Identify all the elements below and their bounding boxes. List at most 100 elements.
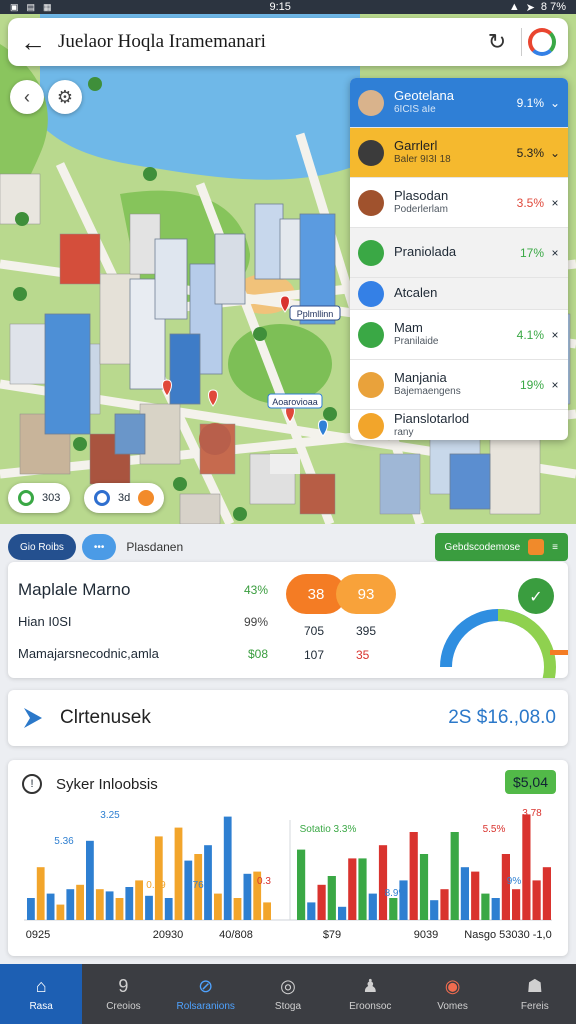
place-row[interactable]: Praniolada 17% × xyxy=(350,228,568,278)
chip-value: 3d xyxy=(118,492,131,504)
green-action-button[interactable]: Gebdscodemose ≡ xyxy=(434,533,568,561)
building xyxy=(179,493,221,524)
building xyxy=(9,323,51,385)
stat-row[interactable]: Mamajarsnecodnic,amla $08 xyxy=(18,646,268,661)
back-arrow-icon[interactable]: ← xyxy=(20,27,50,58)
nav-item-vomes[interactable]: ◉ Vomes xyxy=(411,964,493,1024)
building xyxy=(59,233,101,285)
x-tick-label: 40/808 xyxy=(219,929,253,941)
chevron-down-icon[interactable]: ⌄ xyxy=(550,96,560,110)
place-row[interactable]: Garrlerl Baler 9I3I 18 5.3% ⌄ xyxy=(350,128,568,178)
nav-item-rasa[interactable]: ⌂ Rasa xyxy=(0,964,83,1024)
orange-bar xyxy=(550,650,568,655)
nav-item-stoga[interactable]: ◎ Stoga xyxy=(247,964,329,1024)
tab-more[interactable]: ••• xyxy=(81,534,117,560)
search-title[interactable]: Juelaor Hoqla Iramemanari xyxy=(50,31,479,53)
status-bar: ▣ ▤ ▦ 9:15 ▲ ➤ 8 7% xyxy=(0,0,576,14)
close-icon[interactable]: × xyxy=(550,246,560,260)
place-row[interactable]: Geotelana 6ICIS aIe 9.1% ⌄ xyxy=(350,78,568,128)
nav-icon: ⊘ xyxy=(198,975,214,996)
bottom-navigation: ⌂ Rasa 9 Creoios ⊘ Rolsaranions ◎ Stoga ♟ Eroonso… xyxy=(0,964,576,1024)
chart-bar xyxy=(36,867,45,920)
nav-item-rolsaranions[interactable]: ⊘ Rolsaranions xyxy=(165,964,247,1024)
nav-item-fereis[interactable]: ☗ Fereis xyxy=(494,964,576,1024)
tabs-row: Gio Roibs ••• Plasdanen Gebdscodemose ≡ xyxy=(8,532,568,562)
chip-value: 303 xyxy=(42,492,61,504)
building xyxy=(139,403,181,465)
stat-label: Hian I0SI xyxy=(18,614,72,629)
map-chip-filter[interactable]: 3d xyxy=(84,483,165,513)
place-name: Geotelana xyxy=(394,88,454,104)
stat-label: Mamajarsnecodnic,amla xyxy=(18,646,159,661)
data-label: Sotatio 3.3% xyxy=(300,824,357,835)
chevron-down-icon[interactable]: ⌄ xyxy=(550,146,560,160)
tab-gio-roibs[interactable]: Gio Roibs xyxy=(8,534,76,560)
stats-card: Maplale Marno 43% Hian I0SI 99% Mamajars… xyxy=(8,562,568,678)
bar-chart: 0925 20930 40/808 $79 9039 Nasgo 53030 -1,0 5.… xyxy=(24,808,552,941)
close-icon[interactable]: × xyxy=(550,328,560,342)
place-row[interactable]: Plasodan Poderlerlam 3.5% × xyxy=(350,178,568,228)
status-time: 9:15 xyxy=(269,1,291,13)
place-subtitle: Pranilaide xyxy=(394,336,439,348)
chevron-left-icon: ‹ xyxy=(24,86,30,107)
chart-bar xyxy=(95,889,104,920)
place-name: Pianslotarlod xyxy=(394,411,470,427)
chart-bar xyxy=(450,832,459,920)
map-back-button[interactable]: ‹ xyxy=(10,80,44,114)
search-bar[interactable]: ← Juelaor Hoqla Iramemanari ↻ xyxy=(8,18,568,66)
place-thumbnail xyxy=(358,189,384,216)
place-value: 3.5% xyxy=(516,195,544,210)
place-value: 19% xyxy=(519,377,544,392)
chart-bar xyxy=(204,845,212,920)
map-chip-count[interactable]: 303 xyxy=(8,483,71,513)
place-text: Garrlerl Baler 9I3I 18 xyxy=(394,138,517,165)
place-thumbnail xyxy=(358,139,384,166)
signal-icon: ▲ xyxy=(508,1,520,13)
close-icon[interactable]: × xyxy=(550,196,560,210)
tower xyxy=(449,453,491,510)
place-row[interactable]: Mam Pranilaide 4.1% × xyxy=(350,310,568,360)
stat-row[interactable]: Maplale Marno 43% xyxy=(18,580,268,600)
close-icon[interactable]: × xyxy=(550,378,560,392)
chart-bar xyxy=(419,854,429,920)
chart-bar xyxy=(389,898,398,920)
place-name: Mam xyxy=(394,320,423,336)
divider xyxy=(521,28,522,56)
building xyxy=(299,473,336,515)
nav-label: Fereis xyxy=(520,1000,549,1012)
nav-item-eroonsoc[interactable]: ♟ Eroonsoc xyxy=(329,964,411,1024)
place-row[interactable]: Pianslotarlod rany xyxy=(350,410,568,440)
brand-logo-icon[interactable] xyxy=(528,28,556,56)
chart-bar xyxy=(297,849,306,920)
chart-bar xyxy=(327,876,336,920)
notification-icons: ▣ ▤ ▦ xyxy=(10,2,52,13)
summary-card[interactable]: Clrtenusek 2S $16.,08.0 xyxy=(8,690,568,746)
place-row[interactable]: Atcalen xyxy=(350,278,568,310)
x-tick-label: $79 xyxy=(323,929,341,941)
comparison-bubble[interactable]: 38 93 xyxy=(286,574,396,614)
ring-icon xyxy=(18,490,34,506)
nav-label: Rasa xyxy=(29,1000,53,1012)
chart-bar xyxy=(491,898,500,920)
x-tick-label: 9039 xyxy=(414,929,438,941)
chart-bar xyxy=(512,889,521,920)
place-thumbnail xyxy=(358,371,384,398)
chart-bar xyxy=(214,893,222,920)
gear-icon: ⚙ xyxy=(56,86,74,107)
tower xyxy=(214,233,246,305)
place-value: 4.1% xyxy=(516,327,544,342)
stat-percent: $08 xyxy=(247,646,268,661)
nav-item-creoios[interactable]: 9 Creoios xyxy=(82,964,164,1024)
chart-bar xyxy=(76,884,84,920)
place-row[interactable]: Manjania Bajemaengens 19% × xyxy=(350,360,568,410)
stat-row[interactable]: Hian I0SI 99% xyxy=(18,614,268,629)
tree xyxy=(88,77,102,91)
x-tick-label: 0925 xyxy=(26,929,50,941)
bubble-right: 93 xyxy=(336,574,396,614)
place-name: Manjania xyxy=(394,370,447,386)
pavilion xyxy=(270,454,300,474)
chart-bar xyxy=(223,816,232,920)
map-settings-button[interactable]: ⚙ xyxy=(48,80,82,114)
refresh-icon[interactable]: ↻ xyxy=(479,29,515,55)
summary-value: 2S $16.,08.0 xyxy=(448,707,556,728)
